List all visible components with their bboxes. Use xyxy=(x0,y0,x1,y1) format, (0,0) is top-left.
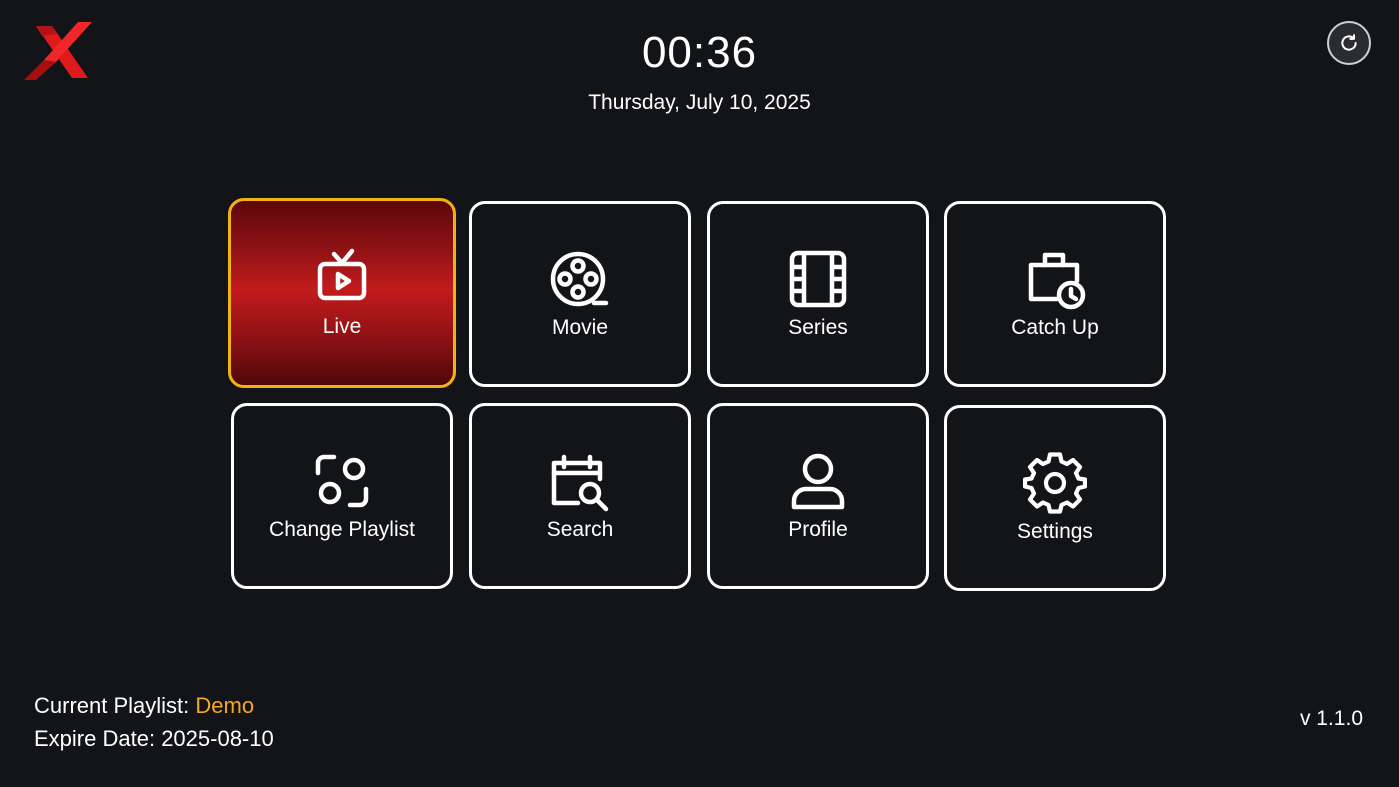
user-icon xyxy=(791,453,845,510)
gear-icon xyxy=(1023,452,1087,514)
expire-date-value: 2025-08-10 xyxy=(161,726,274,751)
tile-series[interactable]: Series xyxy=(707,201,929,387)
tile-label: Change Playlist xyxy=(269,518,415,541)
tile-label: Movie xyxy=(551,316,609,339)
refresh-button[interactable] xyxy=(1327,21,1371,65)
expire-date-label: Expire Date: xyxy=(34,726,156,751)
app-version: v 1.1.0 xyxy=(1299,707,1363,730)
tile-catch-up[interactable]: Catch Up xyxy=(944,201,1166,387)
tv-icon xyxy=(317,248,367,301)
calendar-search-icon xyxy=(551,454,609,512)
tile-change-playlist[interactable]: Change Playlist xyxy=(231,403,453,589)
current-date: Thursday, July 10, 2025 xyxy=(588,91,811,114)
expire-date-line: Expire Date: 2025-08-10 xyxy=(34,722,274,755)
current-playlist-value: Demo xyxy=(195,693,255,718)
tile-label: Catch Up xyxy=(1011,316,1099,339)
catch-up-clock-icon xyxy=(1028,252,1086,310)
tile-label: Series xyxy=(788,316,848,339)
tile-label: Search xyxy=(546,518,614,541)
tile-label: Profile xyxy=(788,518,848,541)
tile-settings[interactable]: Settings xyxy=(944,405,1166,591)
film-reel-icon xyxy=(550,251,609,307)
film-strip-icon xyxy=(789,250,847,308)
tile-label: Settings xyxy=(1017,520,1093,543)
playlist-info: Current Playlist: Demo Expire Date: 2025… xyxy=(34,689,274,755)
current-playlist-label: Current Playlist: xyxy=(34,693,190,718)
tile-label: Live xyxy=(322,315,362,338)
refresh-icon xyxy=(1341,34,1357,51)
tile-profile[interactable]: Profile xyxy=(707,403,929,589)
home-screen: 00:36 Thursday, July 10, 2025 Live Movie xyxy=(0,0,1399,787)
clock-time: 00:36 xyxy=(641,28,758,77)
tile-search[interactable]: Search xyxy=(469,403,691,589)
tile-movie[interactable]: Movie xyxy=(469,201,691,387)
current-playlist-line: Current Playlist: Demo xyxy=(34,689,274,722)
tile-live[interactable]: Live xyxy=(228,198,456,388)
change-playlist-icon xyxy=(315,454,369,508)
